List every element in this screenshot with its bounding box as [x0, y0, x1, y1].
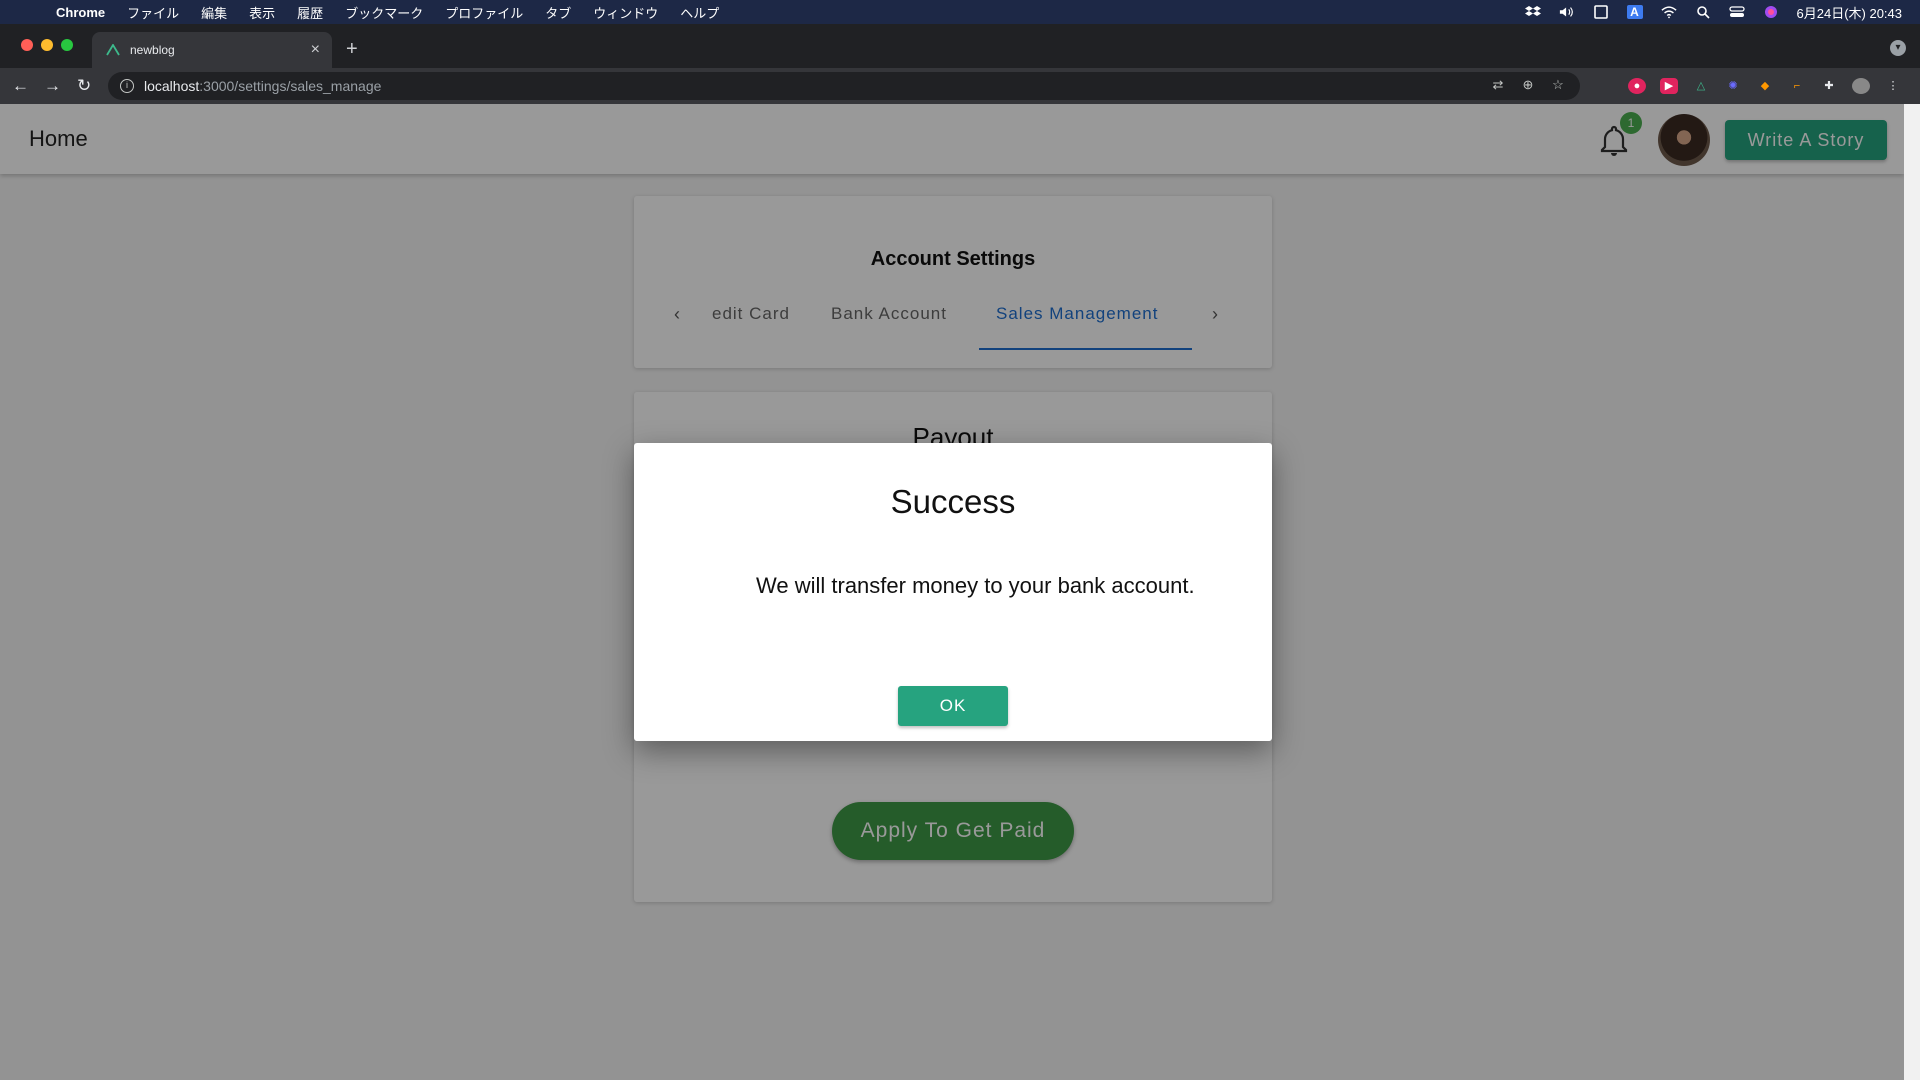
extension-color-icon[interactable]: ◆: [1756, 78, 1774, 94]
close-window-button[interactable]: [21, 39, 33, 51]
spotlight-icon[interactable]: [1695, 5, 1711, 19]
browser-toolbar: ← → ↻ i localhost:3000/settings/sales_ma…: [0, 68, 1920, 104]
forward-icon[interactable]: →: [44, 76, 61, 96]
extensions-puzzle-icon[interactable]: ✚: [1820, 78, 1838, 94]
display-icon[interactable]: [1593, 5, 1609, 19]
close-tab-icon[interactable]: ×: [311, 41, 320, 59]
menu-edit[interactable]: 編集: [201, 3, 227, 22]
minimize-window-button[interactable]: [41, 39, 53, 51]
back-icon[interactable]: ←: [12, 76, 29, 96]
menu-app-name[interactable]: Chrome: [56, 5, 105, 20]
chrome-menu-icon[interactable]: ⋮: [1884, 78, 1902, 94]
control-center-icon[interactable]: [1728, 5, 1745, 19]
zoom-icon[interactable]: ⊕: [1520, 77, 1536, 93]
dialog-title: Success: [890, 483, 1016, 520]
ok-button[interactable]: OK: [898, 686, 1008, 726]
window-controls: [21, 39, 73, 51]
volume-icon[interactable]: [1559, 5, 1575, 19]
profile-avatar-icon[interactable]: [1852, 78, 1870, 94]
menu-help[interactable]: ヘルプ: [680, 3, 719, 22]
menu-profiles[interactable]: プロファイル: [445, 3, 523, 22]
url-host: localhost: [144, 78, 200, 94]
browser-tab-strip: newblog × + ▾: [0, 24, 1920, 68]
extension-vue-icon[interactable]: △: [1692, 78, 1710, 94]
bookmark-star-icon[interactable]: ☆: [1550, 77, 1566, 93]
macos-menu-bar: Chrome ファイル 編集 表示 履歴 ブックマーク プロファイル タブ ウィ…: [0, 0, 1920, 24]
translate-icon[interactable]: ⇄: [1490, 77, 1506, 93]
dropbox-icon[interactable]: [1524, 5, 1541, 19]
address-bar[interactable]: i localhost:3000/settings/sales_manage ⇄…: [108, 72, 1580, 100]
tab-search-icon[interactable]: ▾: [1890, 40, 1906, 56]
menu-datetime[interactable]: 6月24日(木) 20:43: [1797, 3, 1903, 22]
menu-tab[interactable]: タブ: [545, 3, 571, 22]
extension-red-icon[interactable]: ●: [1628, 78, 1646, 94]
menu-bookmarks[interactable]: ブックマーク: [345, 3, 423, 22]
page-scrollbar[interactable]: [1904, 104, 1920, 1080]
extensions-area: ● ▶ △ ✺ ◆ ⌐ ✚ ⋮: [1628, 78, 1902, 94]
browser-tab[interactable]: newblog ×: [92, 32, 332, 68]
menu-history[interactable]: 履歴: [297, 3, 323, 22]
extension-sun-icon[interactable]: ✺: [1724, 78, 1742, 94]
menu-window[interactable]: ウィンドウ: [593, 3, 658, 22]
site-info-icon[interactable]: i: [120, 79, 134, 93]
reload-icon[interactable]: ↻: [77, 76, 91, 96]
new-tab-icon[interactable]: +: [346, 38, 358, 61]
success-dialog: Success We will transfer money to your b…: [634, 443, 1272, 741]
wifi-icon[interactable]: [1660, 5, 1677, 19]
zoom-window-button[interactable]: [61, 39, 73, 51]
input-method-icon[interactable]: A: [1626, 5, 1643, 19]
siri-icon[interactable]: [1763, 5, 1779, 19]
menu-view[interactable]: 表示: [249, 3, 275, 22]
dialog-message: We will transfer money to your bank acco…: [756, 573, 1195, 598]
favicon-icon: [106, 43, 120, 56]
extension-flag-icon[interactable]: ⌐: [1788, 78, 1806, 94]
menu-file[interactable]: ファイル: [127, 3, 179, 22]
extension-video-icon[interactable]: ▶: [1660, 78, 1678, 94]
url-path: :3000/settings/sales_manage: [199, 78, 382, 94]
tab-title: newblog: [130, 43, 175, 57]
page-viewport: Home 1 Write A Story Account Settings ‹ …: [0, 104, 1904, 1080]
